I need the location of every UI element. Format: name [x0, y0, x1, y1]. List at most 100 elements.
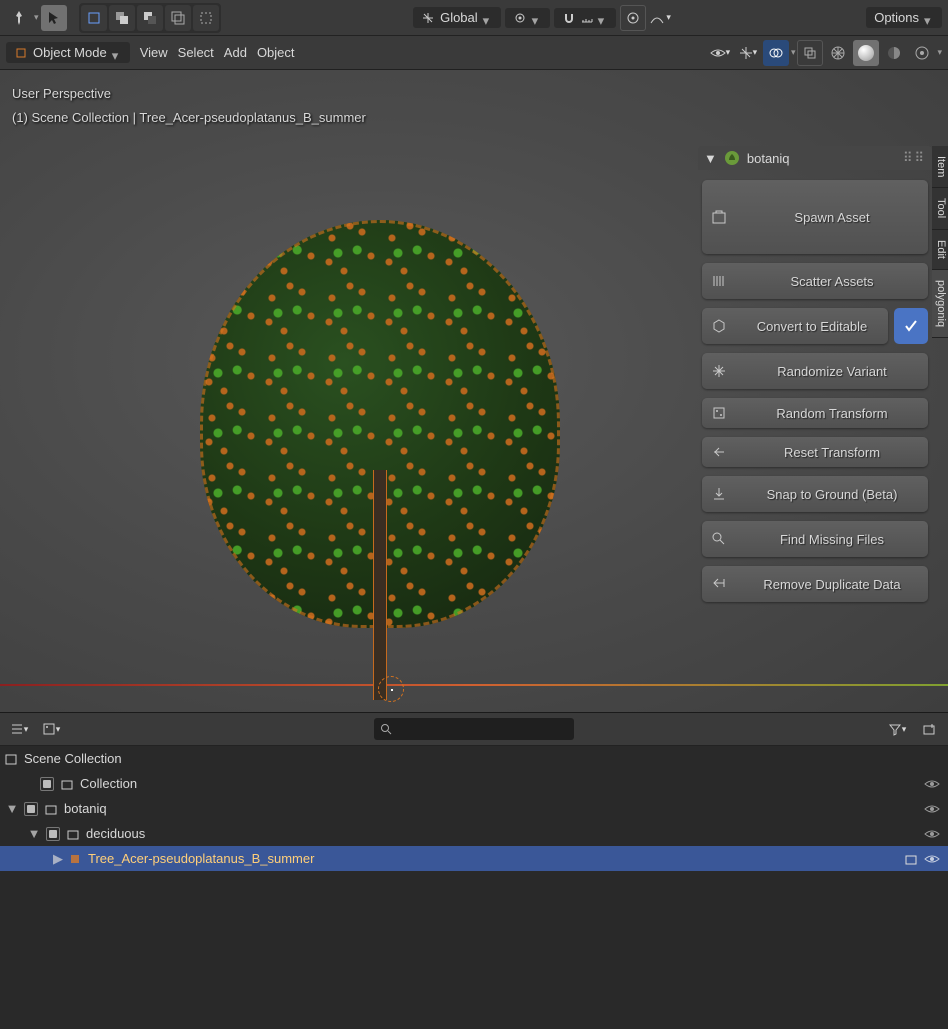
- disclosure-icon[interactable]: ▶: [50, 851, 66, 867]
- enable-checkbox[interactable]: [46, 827, 60, 841]
- pivot-icon: [513, 11, 527, 25]
- funnel-icon: [888, 722, 902, 736]
- spawn-asset-button[interactable]: Spawn Asset: [702, 180, 928, 254]
- outliner-row-deciduous[interactable]: ▼ deciduous: [0, 821, 948, 846]
- options-dropdown[interactable]: Options ▾: [866, 7, 942, 28]
- snap-label: Snap to Ground (Beta): [736, 487, 928, 502]
- select-mode-extend[interactable]: [109, 5, 135, 31]
- find-icon: [711, 531, 727, 547]
- list-icon: [10, 722, 24, 736]
- random-transform-button[interactable]: Random Transform: [702, 398, 928, 428]
- disclosure-icon[interactable]: ▼: [26, 826, 42, 841]
- outliner-search[interactable]: [374, 718, 574, 740]
- shading-solid[interactable]: [853, 40, 879, 66]
- reset-transform-button[interactable]: Reset Transform: [702, 437, 928, 467]
- collection-icon: [60, 777, 74, 791]
- select-mode-new[interactable]: [81, 5, 107, 31]
- gizmo-dropdown[interactable]: ▾: [735, 40, 761, 66]
- find-missing-button[interactable]: Find Missing Files: [702, 521, 928, 557]
- viewport-3d[interactable]: User Perspective (1) Scene Collection | …: [0, 70, 948, 712]
- menu-view[interactable]: View: [140, 45, 168, 60]
- chevron-down-icon: ▾: [112, 48, 122, 58]
- outliner-row-tree[interactable]: ▶ Tree_Acer-pseudoplatanus_B_summer: [0, 846, 948, 871]
- scatter-assets-button[interactable]: Scatter Assets: [702, 263, 928, 299]
- botaniq-panel: ▼ botaniq ⠿⠿ Spawn Asset Scatter Assets …: [698, 146, 932, 612]
- check-icon: [903, 318, 919, 334]
- outliner-display-dropdown[interactable]: ▾: [6, 716, 32, 742]
- disclosure-triangle-icon: ▼: [704, 151, 717, 166]
- outliner-row-collection[interactable]: Collection: [0, 771, 948, 796]
- side-tab-tool[interactable]: Tool: [932, 188, 948, 229]
- select-mode-invert[interactable]: [193, 5, 219, 31]
- chevron-down-icon: ▾: [791, 47, 796, 58]
- grip-icon[interactable]: ⠿⠿: [903, 150, 926, 166]
- orientation-label: Global: [440, 10, 478, 25]
- outliner-root[interactable]: Scene Collection: [0, 746, 948, 771]
- side-tab-item[interactable]: Item: [932, 146, 948, 188]
- visibility-eye-icon[interactable]: [924, 828, 940, 840]
- enable-checkbox[interactable]: [24, 802, 38, 816]
- menu-object[interactable]: Object: [257, 45, 295, 60]
- outliner-row-botaniq[interactable]: ▼ botaniq: [0, 796, 948, 821]
- shading-rendered[interactable]: [909, 40, 935, 66]
- side-tab-polygoniq[interactable]: polygoniq: [932, 270, 948, 338]
- new-collection-button[interactable]: [916, 716, 942, 742]
- shading-material[interactable]: [881, 40, 907, 66]
- proportional-falloff-dropdown[interactable]: ▾: [648, 5, 674, 31]
- panel-header[interactable]: ▼ botaniq ⠿⠿: [698, 146, 932, 170]
- image-icon: [42, 722, 56, 736]
- row-name: Collection: [80, 776, 924, 791]
- reset-tf-label: Reset Transform: [736, 445, 928, 460]
- select-tool[interactable]: [41, 5, 67, 31]
- panel-title: botaniq: [747, 151, 790, 166]
- select-mode-intersect[interactable]: [165, 5, 191, 31]
- object-mode-icon: [14, 46, 28, 60]
- menu-add[interactable]: Add: [224, 45, 247, 60]
- proportional-edit-toggle[interactable]: [620, 5, 646, 31]
- visibility-eye-icon[interactable]: [924, 778, 940, 790]
- new-collection-icon: [922, 722, 936, 736]
- mode-dropdown[interactable]: Object Mode ▾: [6, 42, 130, 63]
- falloff-icon: [650, 12, 664, 24]
- filter-dropdown[interactable]: ▾: [884, 716, 910, 742]
- origin-3d-cursor: [378, 676, 404, 702]
- outliner-header: ▾ ▾ ▾: [0, 712, 948, 746]
- menu-select[interactable]: Select: [178, 45, 214, 60]
- random-tf-label: Random Transform: [736, 406, 928, 421]
- xray-toggle[interactable]: [797, 40, 823, 66]
- reset-tf-icon: [712, 445, 726, 459]
- chevron-down-icon: ▾: [34, 12, 39, 23]
- side-tab-edit[interactable]: Edit: [932, 230, 948, 270]
- outliner: Scene Collection Collection ▼ botaniq ▼ …: [0, 746, 948, 1029]
- box-int-icon: [171, 11, 185, 25]
- snap-ground-button[interactable]: Snap to Ground (Beta): [702, 476, 928, 512]
- shading-wireframe[interactable]: [825, 40, 851, 66]
- visibility-eye-icon[interactable]: [924, 803, 940, 815]
- snap-dropdown[interactable]: ▾: [554, 8, 616, 28]
- cursor-tool-dropdown[interactable]: [6, 5, 32, 31]
- randomize-variant-button[interactable]: Randomize Variant: [702, 353, 928, 389]
- box-add-icon: [115, 11, 129, 25]
- search-icon: [380, 723, 392, 735]
- enable-checkbox[interactable]: [40, 777, 54, 791]
- options-label: Options: [874, 10, 919, 25]
- overlay-dropdown[interactable]: [763, 40, 789, 66]
- viewport-header: Object Mode ▾ View Select Add Object ▾ ▾…: [0, 36, 948, 70]
- remove-duplicate-button[interactable]: Remove Duplicate Data: [702, 566, 928, 602]
- convert-editable-button[interactable]: Convert to Editable: [702, 308, 888, 344]
- visibility-eye-icon[interactable]: [924, 853, 940, 865]
- wireframe-icon: [830, 45, 846, 61]
- collection-icon: [44, 802, 58, 816]
- outliner-view-dropdown[interactable]: ▾: [38, 716, 64, 742]
- arrow-cursor-icon: [46, 10, 62, 26]
- disclosure-icon[interactable]: ▼: [4, 801, 20, 816]
- tree-trunk: [373, 470, 387, 700]
- pivot-dropdown[interactable]: ▾: [505, 8, 550, 28]
- convert-toggle[interactable]: [894, 308, 928, 344]
- visibility-dropdown[interactable]: ▾: [707, 40, 733, 66]
- transform-orientation-dropdown[interactable]: Global ▾: [413, 7, 501, 28]
- root-name: Scene Collection: [24, 751, 940, 766]
- remove-label: Remove Duplicate Data: [736, 577, 928, 592]
- select-mode-subtract[interactable]: [137, 5, 163, 31]
- row-name: botaniq: [64, 801, 924, 816]
